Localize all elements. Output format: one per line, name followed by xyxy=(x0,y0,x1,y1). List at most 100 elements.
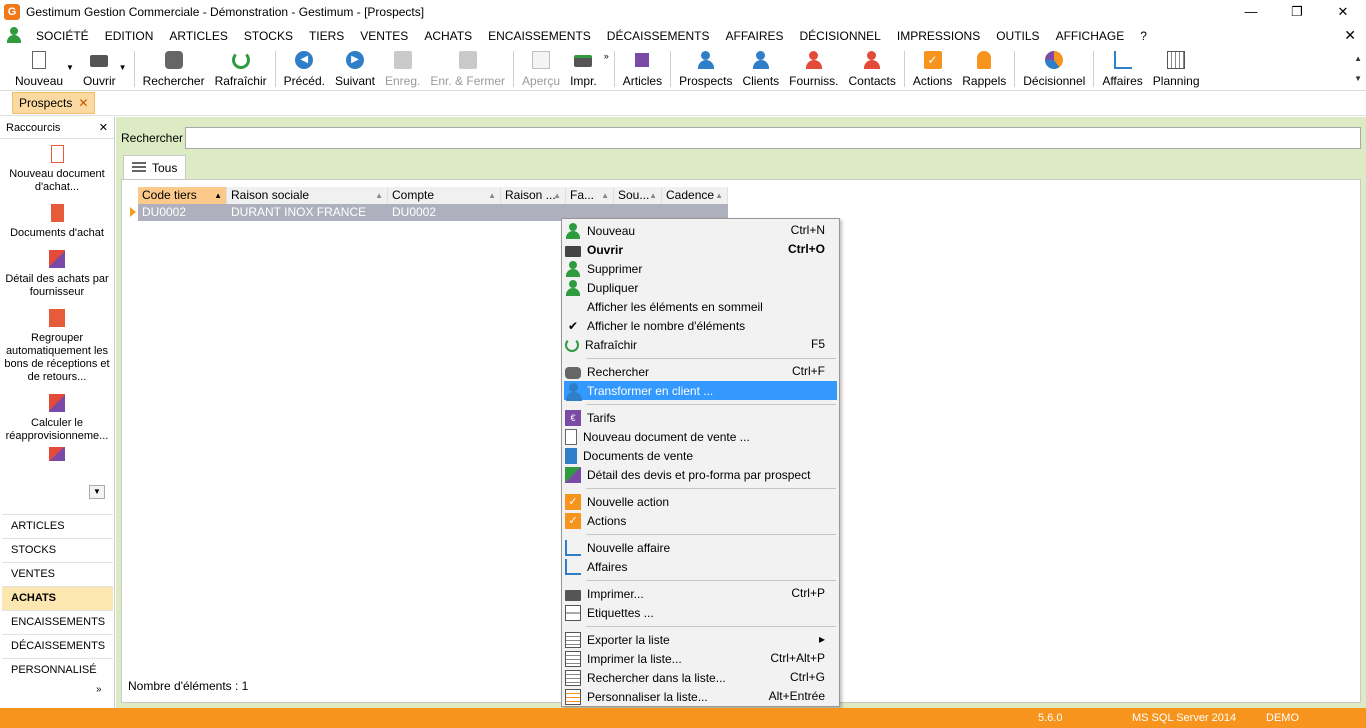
module-achats[interactable]: ACHATS xyxy=(2,586,113,610)
minimize-button[interactable]: — xyxy=(1228,0,1274,24)
decisionnel-button[interactable]: Décisionnel xyxy=(1018,47,1090,89)
column-compte[interactable]: Compte ▲ xyxy=(388,187,501,204)
column-cadence[interactable]: Cadence ▲ xyxy=(662,187,728,204)
ctx-afficher-sommeil[interactable]: Afficher les éléments en sommeil xyxy=(564,297,837,316)
ctx-exporter-liste[interactable]: Exporter la liste ▸ xyxy=(564,630,837,649)
clients-button[interactable]: Clients xyxy=(737,47,784,89)
mdi-close-icon[interactable]: ✕ xyxy=(1344,27,1356,44)
nouveau-dropdown-icon[interactable]: ▼ xyxy=(66,63,74,72)
ctx-nouveau[interactable]: Nouveau Ctrl+N xyxy=(564,221,837,240)
menu-tiers[interactable]: TIERS xyxy=(301,26,352,46)
menu-stocks[interactable]: STOCKS xyxy=(236,26,301,46)
ctx-tarifs[interactable]: € Tarifs xyxy=(564,408,837,427)
shortcut-nouveau-document-achat[interactable]: Nouveau document d'achat... xyxy=(0,139,114,198)
actions-button[interactable]: ✓ Actions xyxy=(908,47,957,89)
ctx-etiquettes[interactable]: Etiquettes ... xyxy=(564,603,837,622)
contacts-button[interactable]: Contacts xyxy=(844,47,901,89)
ctx-rechercher-liste[interactable]: Rechercher dans la liste... Ctrl+G xyxy=(564,668,837,687)
menu-encaissements[interactable]: ENCAISSEMENTS xyxy=(480,26,599,46)
ouvrir-button[interactable]: Ouvrir xyxy=(78,47,121,89)
module-articles[interactable]: ARTICLES xyxy=(2,514,113,538)
precedent-button[interactable]: ◀ Précéd. xyxy=(279,47,330,89)
module-personnalise[interactable]: PERSONNALISÉ xyxy=(2,658,113,682)
ctx-ouvrir[interactable]: Ouvrir Ctrl+O xyxy=(564,240,837,259)
suivant-button[interactable]: ▶ Suivant xyxy=(330,47,380,89)
documents-icon xyxy=(565,447,577,464)
prospects-button[interactable]: Prospects xyxy=(674,47,737,89)
title-bar: G Gestimum Gestion Commerciale - Démonst… xyxy=(0,0,1366,24)
menu-edition[interactable]: EDITION xyxy=(97,26,162,46)
ctx-detail-devis[interactable]: Détail des devis et pro-forma par prospe… xyxy=(564,465,837,484)
column-code-tiers[interactable]: Code tiers ▲ xyxy=(138,187,227,204)
rechercher-button[interactable]: Rechercher xyxy=(138,47,210,89)
ctx-affaires[interactable]: Affaires xyxy=(564,557,837,576)
menu-impressions[interactable]: IMPRESSIONS xyxy=(889,26,988,46)
ctx-documents-vente[interactable]: Documents de vente xyxy=(564,446,837,465)
sidebar-expand-icon[interactable]: » xyxy=(96,684,102,695)
ctx-transformer-client[interactable]: Transformer en client ... xyxy=(564,381,837,401)
rappels-button[interactable]: Rappels xyxy=(957,47,1011,89)
ctx-afficher-nombre[interactable]: ✔ Afficher le nombre d'éléments xyxy=(564,316,837,335)
rafraichir-button[interactable]: Rafraîchir xyxy=(210,47,272,89)
module-ventes[interactable]: VENTES xyxy=(2,562,113,586)
ctx-rafraichir[interactable]: Rafraîchir F5 xyxy=(564,335,837,354)
module-encaissements[interactable]: ENCAISSEMENTS xyxy=(2,610,113,634)
tab-close-icon[interactable]: ✕ xyxy=(78,96,88,110)
column-famille[interactable]: Fa... ▲ xyxy=(566,187,614,204)
menu-affaires[interactable]: AFFAIRES xyxy=(717,26,791,46)
ctx-rechercher[interactable]: Rechercher Ctrl+F xyxy=(564,362,837,381)
enregistrer-button[interactable]: Enreg. xyxy=(380,47,425,89)
affaires-button[interactable]: Affaires xyxy=(1097,47,1147,89)
sidebar-close-icon[interactable]: ✕ xyxy=(99,121,108,134)
tab-prospects[interactable]: Prospects ✕ xyxy=(12,92,96,114)
column-raison-sociale[interactable]: Raison sociale ▲ xyxy=(227,187,388,204)
shortcut-more[interactable] xyxy=(0,447,114,470)
ctx-actions[interactable]: ✓ Actions xyxy=(564,511,837,530)
shortcut-calculer-reappro[interactable]: Calculer le réapprovisionneme... xyxy=(0,388,114,447)
ouvrir-dropdown-icon[interactable]: ▼ xyxy=(119,63,127,72)
nouveau-button[interactable]: Nouveau xyxy=(10,47,68,89)
menu-outils[interactable]: OUTILS xyxy=(988,26,1047,46)
ctx-imprimer-liste[interactable]: Imprimer la liste... Ctrl+Alt+P xyxy=(564,649,837,668)
planning-button[interactable]: Planning xyxy=(1148,47,1205,89)
ctx-nouveau-document-vente[interactable]: Nouveau document de vente ... xyxy=(564,427,837,446)
status-version: 5.6.0 xyxy=(1038,712,1063,724)
menu-articles[interactable]: ARTICLES xyxy=(161,26,235,46)
shortcut-regrouper[interactable]: Regrouper automatiquement les bons de ré… xyxy=(0,303,114,388)
toolbar-overflow-icon[interactable]: » xyxy=(602,51,611,61)
column-sous-famille[interactable]: Sou... ▲ xyxy=(614,187,662,204)
sidebar-header: Raccourcis ✕ xyxy=(0,117,114,139)
menu-ventes[interactable]: VENTES xyxy=(352,26,416,46)
toolbar-scroll-icon[interactable]: ▲ ▼ xyxy=(1354,49,1362,89)
menu-societe[interactable]: SOCIÉTÉ xyxy=(28,26,97,46)
ctx-imprimer[interactable]: Imprimer... Ctrl+P xyxy=(564,584,837,603)
context-menu: Nouveau Ctrl+N Ouvrir Ctrl+O Supprimer D… xyxy=(561,218,840,707)
apercu-button[interactable]: Aperçu xyxy=(517,47,565,89)
menu-achats[interactable]: ACHATS xyxy=(416,26,480,46)
menu-decaissements[interactable]: DÉCAISSEMENTS xyxy=(599,26,718,46)
menu-affichage[interactable]: AFFICHAGE xyxy=(1048,26,1133,46)
ctx-dupliquer[interactable]: Dupliquer xyxy=(564,278,837,297)
ctx-personnaliser-liste[interactable]: Personnaliser la liste... Alt+Entrée xyxy=(564,687,837,706)
column-raison[interactable]: Raison ... ▲ xyxy=(501,187,566,204)
enregistrer-fermer-button[interactable]: Enr. & Fermer xyxy=(425,47,510,89)
search-input[interactable] xyxy=(185,127,1361,149)
tab-tous[interactable]: Tous xyxy=(123,155,187,179)
module-decaissements[interactable]: DÉCAISSEMENTS xyxy=(2,634,113,658)
close-button[interactable]: ✕ xyxy=(1320,0,1366,24)
fournisseurs-button[interactable]: Fourniss. xyxy=(784,47,843,89)
ctx-nouvelle-affaire[interactable]: Nouvelle affaire xyxy=(564,538,837,557)
articles-button[interactable]: Articles xyxy=(618,47,667,89)
menu-help[interactable]: ? xyxy=(1132,26,1155,46)
ctx-nouvelle-action[interactable]: ✓ Nouvelle action xyxy=(564,492,837,511)
toolbar: Nouveau ▼ Ouvrir ▼ Rechercher Rafraîchir… xyxy=(0,47,1366,91)
menu-decisionnel[interactable]: DÉCISIONNEL xyxy=(792,26,889,46)
shortcut-scroll-down-icon[interactable]: ▼ xyxy=(89,485,105,499)
module-stocks[interactable]: STOCKS xyxy=(2,538,113,562)
ctx-supprimer[interactable]: Supprimer xyxy=(564,259,837,278)
restore-button[interactable]: ❐ xyxy=(1274,0,1320,24)
shortcut-documents-achat[interactable]: Documents d'achat xyxy=(0,198,114,244)
imprimer-button[interactable]: Impr. xyxy=(565,47,602,89)
shortcut-detail-achats[interactable]: Détail des achats par fournisseur xyxy=(0,244,114,303)
new-action-icon: ✓ xyxy=(565,493,581,510)
